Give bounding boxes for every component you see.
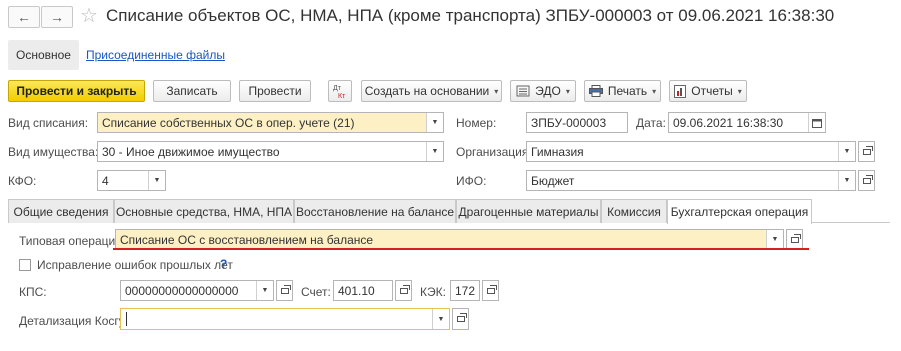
kps-select[interactable]: 00000000000000000 ▼ <box>120 280 274 301</box>
organization-value: Гимназия <box>531 144 584 159</box>
svg-text:Дт: Дт <box>333 85 342 92</box>
kfo-value: 4 <box>102 173 109 188</box>
post-and-close-button[interactable]: Провести и закрыть <box>8 80 145 102</box>
chevron-down-icon[interactable]: ▼ <box>766 230 783 249</box>
tab-commission[interactable]: Комиссия <box>601 199 667 223</box>
create-based-on-button[interactable]: Создать на основании ▾ <box>361 80 502 102</box>
organization-select[interactable]: Гимназия ▼ <box>526 141 856 162</box>
back-button[interactable]: ← <box>8 6 40 28</box>
dt-kt-button[interactable]: Дт Кт <box>328 80 352 102</box>
open-icon <box>399 284 410 294</box>
dt-kt-icon: Дт Кт <box>333 85 346 99</box>
window-title: Списание объектов ОС, НМА, НПА (кроме тр… <box>106 6 835 25</box>
ifo-label: ИФО: <box>456 174 487 188</box>
print-label: Печать <box>607 84 648 98</box>
kps-open-button[interactable] <box>276 280 293 301</box>
tab-general[interactable]: Общие сведения <box>8 199 114 223</box>
ifo-select[interactable]: Бюджет ▼ <box>526 170 856 191</box>
save-button[interactable]: Записать <box>153 80 231 102</box>
red-underline-mark <box>113 248 809 250</box>
reports-label: Отчеты <box>691 84 733 98</box>
post-button[interactable]: Провести <box>239 80 311 102</box>
printer-icon <box>588 85 603 97</box>
error-fix-label: Исправление ошибок прошлых лет <box>37 258 233 272</box>
open-icon <box>862 174 873 184</box>
print-button[interactable]: Печать ▾ <box>584 80 661 102</box>
tab-restore-balance[interactable]: Восстановление на балансе <box>294 199 456 223</box>
number-value: ЗПБУ-000003 <box>531 115 607 130</box>
edo-icon <box>516 85 530 97</box>
kfo-label: КФО: <box>8 174 37 188</box>
kek-field[interactable]: 172 <box>450 280 480 301</box>
organization-open-button[interactable] <box>858 141 875 162</box>
edo-label: ЭДО <box>535 84 561 98</box>
reports-button[interactable]: Отчеты ▾ <box>669 80 747 102</box>
text-cursor <box>126 312 127 326</box>
chevron-down-icon[interactable]: ▼ <box>426 142 443 161</box>
kosgu-detail-label: Детализация Косгу: <box>19 314 129 328</box>
date-value: 09.06.2021 16:38:30 <box>673 115 784 130</box>
open-icon <box>790 233 801 243</box>
ifo-open-button[interactable] <box>858 170 875 191</box>
chevron-down-icon: ▾ <box>737 86 742 96</box>
report-icon <box>674 84 687 98</box>
number-field[interactable]: ЗПБУ-000003 <box>526 112 628 133</box>
arrow-left-icon: ← <box>17 9 31 25</box>
open-icon <box>862 145 873 155</box>
tab-accounting-operation[interactable]: Бухгалтерская операция <box>667 199 812 224</box>
kosgu-detail-open-button[interactable] <box>452 308 469 330</box>
writeoff-type-label: Вид списания: <box>8 116 89 130</box>
kek-open-button[interactable] <box>482 280 499 301</box>
help-icon[interactable]: ? <box>220 257 227 271</box>
account-label: Счет: <box>301 285 331 299</box>
property-type-label: Вид имущества: <box>8 145 99 159</box>
writeoff-type-select[interactable]: Списание собственных ОС в опер. учете (2… <box>97 112 444 133</box>
ifo-value: Бюджет <box>531 173 575 188</box>
kek-label: КЭК: <box>420 285 446 299</box>
chevron-down-icon[interactable]: ▼ <box>148 171 165 190</box>
typical-operation-label: Типовая операция: <box>19 234 126 248</box>
favorite-star-icon[interactable]: ☆ <box>80 3 98 28</box>
typical-operation-value: Списание ОС с восстановлением на балансе <box>120 232 374 247</box>
chevron-down-icon[interactable]: ▼ <box>838 171 855 190</box>
chevron-down-icon: ▾ <box>652 86 657 96</box>
arrow-right-icon: → <box>50 9 64 25</box>
kps-label: КПС: <box>19 285 47 299</box>
kek-value: 172 <box>455 283 476 298</box>
calendar-icon[interactable] <box>808 113 825 132</box>
svg-text:Кт: Кт <box>338 93 346 99</box>
account-open-button[interactable] <box>395 280 412 301</box>
open-icon <box>280 284 291 294</box>
chevron-down-icon[interactable]: ▼ <box>256 281 273 300</box>
writeoff-type-value: Списание собственных ОС в опер. учете (2… <box>102 115 355 130</box>
date-field[interactable]: 09.06.2021 16:38:30 <box>668 112 826 133</box>
kfo-select[interactable]: 4 ▼ <box>97 170 166 191</box>
account-field[interactable]: 401.10 <box>333 280 393 301</box>
typical-operation-select[interactable]: Списание ОС с восстановлением на балансе… <box>115 229 784 250</box>
chevron-down-icon[interactable]: ▼ <box>426 113 443 132</box>
organization-label: Организация: <box>456 145 532 159</box>
tab-precious-materials[interactable]: Драгоценные материалы <box>456 199 601 223</box>
forward-button[interactable]: → <box>41 6 73 28</box>
date-label: Дата: <box>636 116 666 130</box>
chevron-down-icon[interactable]: ▼ <box>432 309 449 329</box>
chevron-down-icon[interactable]: ▼ <box>838 142 855 161</box>
kps-value: 00000000000000000 <box>125 283 239 298</box>
account-value: 401.10 <box>338 283 375 298</box>
edo-button[interactable]: ЭДО ▾ <box>510 80 576 102</box>
error-fix-checkbox[interactable] <box>19 259 31 271</box>
chevron-down-icon: ▾ <box>494 86 499 96</box>
create-based-on-label: Создать на основании <box>364 84 490 98</box>
kosgu-detail-select[interactable]: ▼ <box>120 308 450 330</box>
property-type-value: 30 - Иное движимое имущество <box>102 144 280 159</box>
section-tab-attachments[interactable]: Присоединенные файлы <box>78 40 233 70</box>
section-tab-main[interactable]: Основное <box>8 40 79 70</box>
number-label: Номер: <box>456 116 497 130</box>
open-icon <box>486 284 497 294</box>
tab-fixed-assets[interactable]: Основные средства, НМА, НПА <box>114 199 294 223</box>
property-type-select[interactable]: 30 - Иное движимое имущество ▼ <box>97 141 444 162</box>
typical-operation-open-button[interactable] <box>786 229 803 250</box>
open-icon <box>456 313 467 322</box>
chevron-down-icon: ▾ <box>565 86 570 96</box>
